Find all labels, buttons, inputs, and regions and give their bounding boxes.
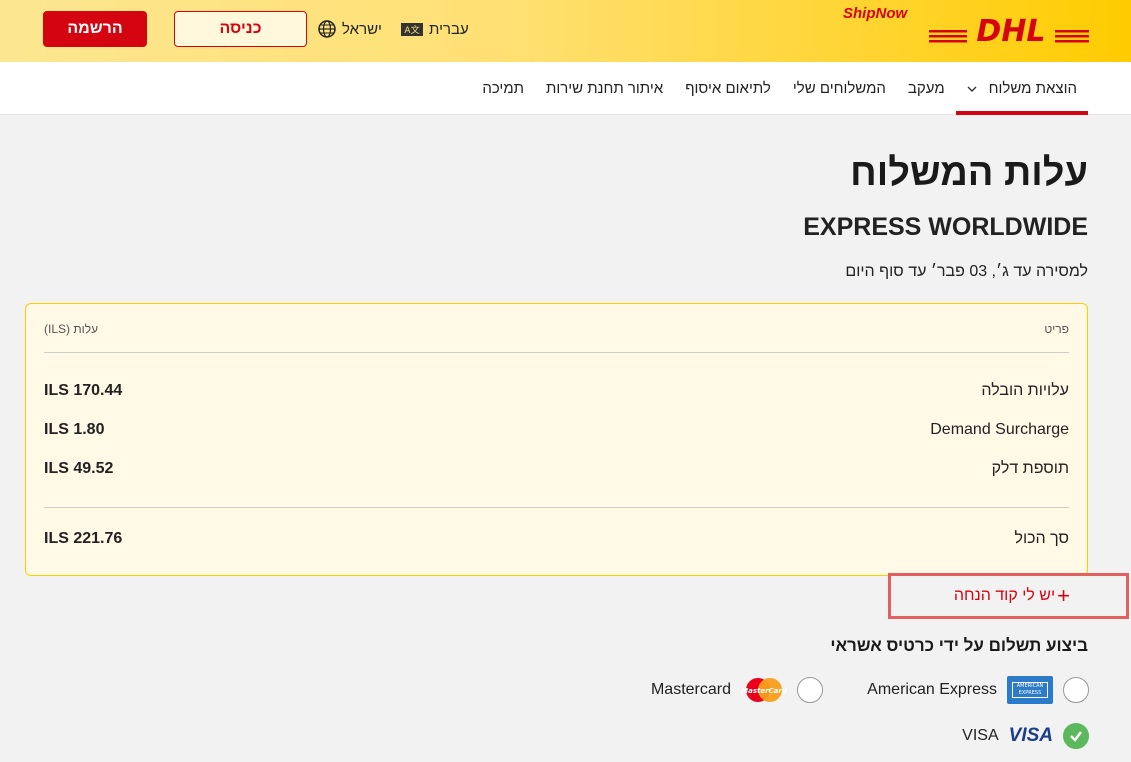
nav-item-label: המשלוחים שלי: [792, 80, 886, 97]
brand-logo-area[interactable]: DHL: [929, 16, 1089, 44]
mastercard-logo: MasterCard: [741, 678, 787, 702]
language-selector[interactable]: עברית A文: [401, 19, 469, 39]
mastercard-label: Mastercard: [650, 681, 731, 698]
item-column-header: פריט: [1044, 322, 1069, 336]
globe-icon: [318, 20, 336, 38]
svg-text:MasterCard: MasterCard: [741, 687, 787, 695]
country-label: ישראל: [342, 20, 382, 38]
nav-item-schedule-pickup[interactable]: לתיאום איסוף: [674, 62, 782, 115]
cost-row-label: עלויות הובלה: [981, 382, 1069, 399]
nav-item-label: איתור תחנת שירות: [546, 80, 664, 97]
register-button[interactable]: הרשמה: [43, 11, 147, 47]
country-selector[interactable]: ישראל: [318, 19, 382, 39]
nav-item-label: מעקב: [907, 80, 945, 97]
service-name: EXPRESS WORLDWIDE: [803, 213, 1088, 241]
cost-row-value: ILS 1.80: [44, 421, 105, 438]
language-icon: A文: [401, 22, 423, 36]
nav-item-support[interactable]: תמיכה: [471, 62, 535, 115]
page-title: עלות המשלוח: [850, 152, 1088, 194]
amex-radio[interactable]: [1063, 677, 1089, 703]
nav-item-my-shipments[interactable]: המשלוחים שלי: [782, 62, 897, 115]
total-value: ILS 221.76: [44, 530, 123, 547]
nav-item-label: תמיכה: [482, 80, 524, 97]
nav-item-label: לתיאום איסוף: [685, 80, 771, 97]
nav-item-send-shipment[interactable]: הוצאת משלוח: [955, 62, 1089, 115]
nav-item-find-service-point[interactable]: איתור תחנת שירות: [535, 62, 674, 115]
cost-breakdown-panel: פריט עלות (ILS) עלויות הובלה ILS 170.44 …: [25, 303, 1088, 576]
login-button[interactable]: כניסה: [174, 11, 307, 47]
payment-option-visa[interactable]: VISA VISA: [962, 723, 1089, 749]
divider: [44, 352, 1069, 353]
dhl-logo-text: DHL: [976, 16, 1045, 44]
amex-logo: AMERICAN EXPRESS: [1007, 676, 1053, 704]
total-label: סך הכול: [1014, 530, 1070, 547]
nav-item-tracking[interactable]: מעקב: [897, 62, 956, 115]
product-name: ShipNow: [843, 5, 908, 22]
check-icon: [1070, 731, 1082, 742]
plus-icon: +: [1057, 583, 1070, 608]
amex-label: American Express: [867, 681, 997, 698]
cost-row-label: Demand Surcharge: [930, 421, 1069, 438]
visa-radio-checked[interactable]: [1063, 723, 1089, 749]
visa-label: VISA: [962, 727, 999, 744]
divider: [44, 507, 1069, 508]
nav-item-label: הוצאת משלוח: [988, 80, 1077, 97]
language-label: עברית: [429, 20, 469, 38]
cost-column-header: עלות (ILS): [44, 322, 99, 336]
promo-code-button[interactable]: + יש לי קוד הנחה: [888, 573, 1129, 619]
top-header: DHL ShipNow עברית A文 ישראל כניסה הרשמה: [0, 0, 1131, 62]
chevron-down-icon: [967, 86, 977, 92]
payment-section-title: ביצוע תשלום על ידי כרטיס אשראי: [830, 636, 1088, 655]
delivery-date: למסירה עד ג׳, 03 פבר׳ עד סוף היום: [845, 263, 1088, 280]
visa-logo: VISA: [1008, 725, 1053, 746]
main-nav: הוצאת משלוח מעקב המשלוחים שלי לתיאום איס…: [0, 62, 1131, 115]
cost-row-value: ILS 170.44: [44, 382, 123, 399]
payment-option-mastercard[interactable]: MasterCard Mastercard: [651, 676, 823, 704]
payment-option-amex[interactable]: AMERICAN EXPRESS American Express: [867, 676, 1089, 704]
promo-code-label: יש לי קוד הנחה: [953, 587, 1056, 604]
cost-row-label: תוספת דלק: [991, 460, 1069, 477]
dhl-logo[interactable]: DHL: [929, 16, 1089, 44]
mastercard-radio[interactable]: [797, 677, 823, 703]
cost-row-value: ILS 49.52: [44, 460, 114, 477]
